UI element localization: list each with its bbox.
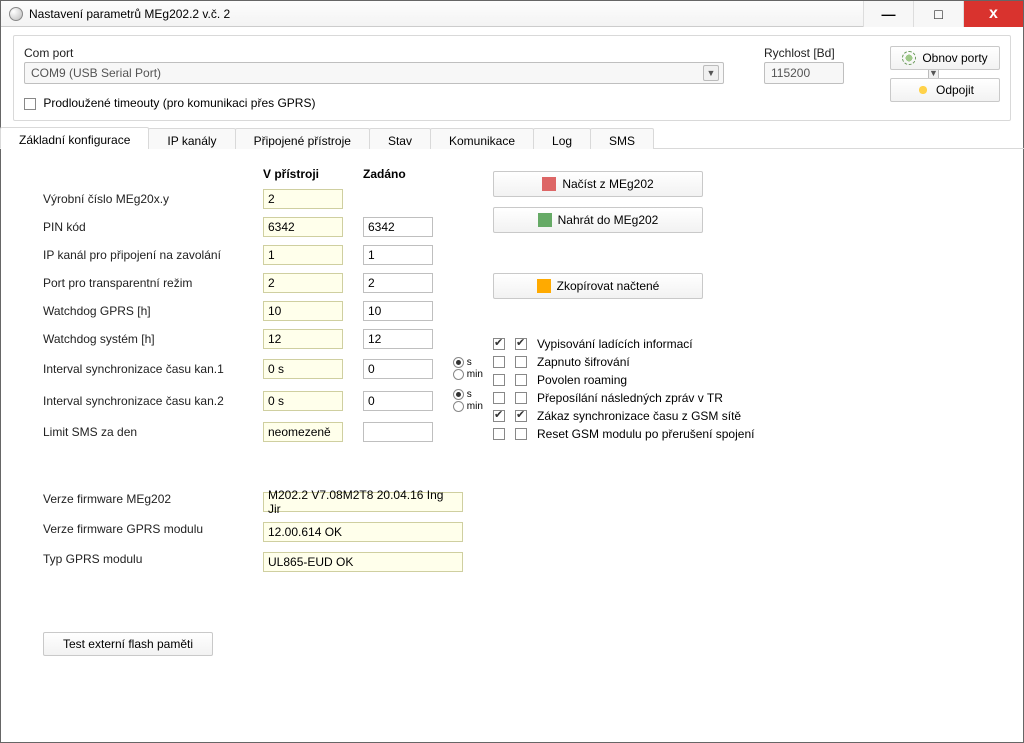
sync1-label: Interval synchronizace času kan.1 (43, 362, 243, 376)
wdg-sys-label: Watchdog systém [h] (43, 332, 243, 346)
sync1-input[interactable]: 0 (363, 359, 433, 379)
minimize-button[interactable]: — (863, 1, 913, 27)
sms-limit-label: Limit SMS za den (43, 425, 243, 439)
ipchan-input[interactable]: 1 (363, 245, 433, 265)
maximize-button[interactable]: □ (913, 1, 963, 27)
serial-label: Výrobní číslo MEg20x.y (43, 192, 243, 206)
col-entered: Zadáno (363, 167, 433, 181)
pin-label: PIN kód (43, 220, 243, 234)
tab-sms[interactable]: SMS (590, 128, 654, 149)
connection-panel: Com port ▼ Prodloužené timeouty (pro kom… (13, 35, 1011, 121)
tab-basic[interactable]: Základní konfigurace (0, 127, 149, 149)
tab-log[interactable]: Log (533, 128, 591, 149)
sms-limit-device: neomezeně (263, 422, 343, 442)
reset-label: Reset GSM modulu po přerušení spojení (537, 427, 754, 441)
close-button[interactable]: x (963, 1, 1023, 27)
copy-icon (537, 279, 551, 293)
tab-comm[interactable]: Komunikace (430, 128, 534, 149)
read-button[interactable]: Načíst z MEg202 (493, 171, 703, 197)
pin-device: 6342 (263, 217, 343, 237)
ipchan-device: 1 (263, 245, 343, 265)
titlebar: Nastavení parametrů MEg202.2 v.č. 2 — □ … (1, 1, 1023, 27)
nosync-chk[interactable] (515, 410, 527, 422)
serial-device: 2 (263, 189, 343, 209)
gprs-type-value: UL865-EUD OK (263, 552, 463, 572)
tab-status[interactable]: Stav (369, 128, 431, 149)
read-icon (542, 177, 556, 191)
encrypt-label: Zapnuto šifrování (537, 355, 630, 369)
write-button[interactable]: Nahrát do MEg202 (493, 207, 703, 233)
gprs-type-label: Typ GPRS modulu (43, 552, 243, 572)
port-label: Port pro transparentní režim (43, 276, 243, 290)
debug-chk[interactable] (515, 338, 527, 350)
baud-select[interactable]: ▼ (764, 62, 844, 84)
sync1-radio-min[interactable] (453, 369, 464, 380)
forward-chk[interactable] (515, 392, 527, 404)
ext-timeout-checkbox[interactable] (24, 98, 36, 110)
reset-dev-chk (493, 428, 505, 440)
comport-value (29, 65, 703, 81)
write-icon (538, 213, 552, 227)
refresh-icon (902, 51, 916, 65)
encrypt-chk[interactable] (515, 356, 527, 368)
fwgprs-value: 12.00.614 OK (263, 522, 463, 542)
ipchan-label: IP kanál pro připojení na zavolání (43, 248, 243, 262)
nosync-label: Zákaz synchronizace času z GSM sítě (537, 409, 741, 423)
comport-label: Com port (24, 46, 734, 60)
fwgprs-label: Verze firmware GPRS modulu (43, 522, 243, 542)
chevron-down-icon[interactable]: ▼ (703, 65, 719, 81)
fw202-value: M202.2 V7.08M2T8 20.04.16 Ing Jir (263, 492, 463, 512)
forward-dev-chk (493, 392, 505, 404)
sync1-radio-s[interactable] (453, 357, 464, 368)
port-input[interactable]: 2 (363, 273, 433, 293)
basic-config-page: V přístroji Zadáno Výrobní číslo MEg20x.… (13, 149, 1011, 674)
wdg-sys-device: 12 (263, 329, 343, 349)
sync2-input[interactable]: 0 (363, 391, 433, 411)
encrypt-dev-chk (493, 356, 505, 368)
disconnect-button[interactable]: Odpojit (890, 78, 1000, 102)
port-device: 2 (263, 273, 343, 293)
app-icon (9, 7, 23, 21)
debug-dev-chk (493, 338, 505, 350)
sync2-label: Interval synchronizace času kan.2 (43, 394, 243, 408)
wdg-sys-input[interactable]: 12 (363, 329, 433, 349)
refresh-ports-button[interactable]: Obnov porty (890, 46, 1000, 70)
tab-devices[interactable]: Připojené přístroje (235, 128, 370, 149)
window-title: Nastavení parametrů MEg202.2 v.č. 2 (29, 7, 230, 21)
test-flash-button[interactable]: Test externí flash paměti (43, 632, 213, 656)
ext-timeout-label: Prodloužené timeouty (pro komunikaci pře… (43, 96, 315, 110)
debug-label: Vypisování ladících informací (537, 337, 693, 351)
roaming-dev-chk (493, 374, 505, 386)
sync2-radio-s[interactable] (453, 389, 464, 400)
tab-ip[interactable]: IP kanály (148, 128, 235, 149)
sun-icon (916, 83, 930, 97)
copy-button[interactable]: Zkopírovat načtené (493, 273, 703, 299)
forward-label: Přeposílání následných zpráv v TR (537, 391, 723, 405)
sync1-device: 0 s (263, 359, 343, 379)
wdg-gprs-label: Watchdog GPRS [h] (43, 304, 243, 318)
nosync-dev-chk (493, 410, 505, 422)
baud-label: Rychlost [Bd] (764, 46, 854, 60)
wdg-gprs-input[interactable]: 10 (363, 301, 433, 321)
comport-select[interactable]: ▼ (24, 62, 724, 84)
roaming-label: Povolen roaming (537, 373, 627, 387)
fw202-label: Verze firmware MEg202 (43, 492, 243, 512)
wdg-gprs-device: 10 (263, 301, 343, 321)
pin-input[interactable]: 6342 (363, 217, 433, 237)
config-tabs: Základní konfigurace IP kanály Připojené… (0, 127, 1024, 149)
sms-limit-input[interactable] (363, 422, 433, 442)
sync2-radio-min[interactable] (453, 401, 464, 412)
sync2-device: 0 s (263, 391, 343, 411)
col-device: V přístroji (263, 167, 343, 181)
roaming-chk[interactable] (515, 374, 527, 386)
reset-chk[interactable] (515, 428, 527, 440)
